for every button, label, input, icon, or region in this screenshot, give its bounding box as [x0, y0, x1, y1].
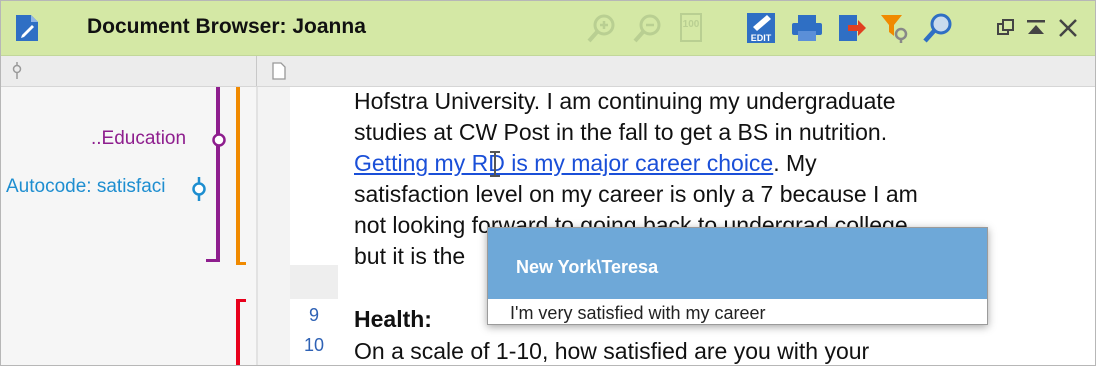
- line-number-blank: [290, 265, 338, 299]
- code-label-autocode[interactable]: Autocode: satisfaci: [6, 176, 184, 198]
- svg-text:100: 100: [683, 19, 700, 30]
- code-bracket-orange[interactable]: [236, 87, 240, 265]
- document-text-line: satisfaction level on my career is only …: [354, 181, 918, 207]
- document-text-line: but it is the: [354, 243, 466, 269]
- code-node-icon: [211, 132, 227, 153]
- document-text-line-with-link: Getting my RD is my major career choice.…: [354, 150, 817, 176]
- zoom-100-icon[interactable]: 100: [675, 11, 709, 45]
- zoom-in-icon[interactable]: [585, 11, 619, 45]
- coded-segment-link[interactable]: Getting my RD is my major career choice: [354, 150, 773, 176]
- export-icon[interactable]: [835, 11, 869, 45]
- document-browser-window: Document Browser: Joanna 100 EDIT ..Educ…: [0, 0, 1096, 366]
- page-icon: [272, 62, 286, 85]
- line-number: 10: [303, 335, 325, 355]
- tooltip-title: New York\Teresa: [516, 257, 659, 277]
- code-bracket-education-end: [206, 259, 220, 262]
- code-pin-icon: [10, 62, 24, 85]
- code-bracket-red[interactable]: [236, 299, 240, 365]
- restore-window-icon[interactable]: [989, 11, 1023, 45]
- title-bar: Document Browser: Joanna 100 EDIT: [1, 1, 1095, 56]
- edit-icon[interactable]: EDIT: [745, 11, 779, 45]
- filter-icon[interactable]: [877, 11, 911, 45]
- zoom-out-icon[interactable]: [631, 11, 665, 45]
- document-icon: [14, 13, 40, 48]
- code-bracket-red-start: [236, 299, 246, 302]
- gutter-column: [258, 87, 290, 365]
- window-title: Document Browser: Joanna: [87, 15, 366, 38]
- print-icon[interactable]: [790, 11, 824, 45]
- tooltip-body: I'm very satisfied with my career: [510, 303, 766, 323]
- line-number: 9: [308, 305, 319, 325]
- document-text-line: On a scale of 1-10, how satisfied are yo…: [354, 338, 870, 364]
- text-cursor-icon: [488, 150, 502, 183]
- document-heading: Health:: [354, 306, 432, 332]
- code-node-icon: [191, 177, 207, 206]
- document-text-line: Hofstra University. I am continuing my u…: [354, 88, 896, 114]
- svg-text:EDIT: EDIT: [751, 33, 772, 43]
- document-text-line: studies at CW Post in the fall to get a …: [354, 119, 888, 145]
- code-label-education[interactable]: ..Education: [91, 128, 186, 150]
- memo-tooltip: New York\Teresa I'm very satisfied with …: [487, 227, 988, 325]
- ruler-divider: [256, 56, 257, 86]
- search-icon[interactable]: [921, 11, 955, 45]
- close-icon[interactable]: [1051, 11, 1085, 45]
- code-bracket-education[interactable]: [216, 87, 220, 261]
- collapse-window-icon[interactable]: [1019, 11, 1053, 45]
- margin-header-row: [1, 56, 1095, 87]
- tooltip-header: New York\Teresa: [488, 228, 987, 299]
- code-bracket-orange-end: [236, 262, 246, 265]
